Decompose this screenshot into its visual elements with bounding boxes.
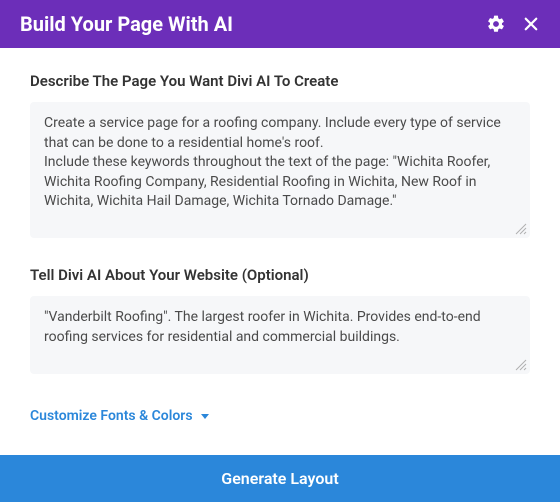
resize-handle-icon [515, 359, 527, 371]
close-icon[interactable] [522, 15, 540, 33]
header-title: Build Your Page With AI [20, 12, 233, 36]
content-area: Describe The Page You Want Divi AI To Cr… [0, 48, 560, 455]
header-actions [486, 14, 540, 34]
gear-icon[interactable] [486, 14, 506, 34]
customize-link-label: Customize Fonts & Colors [30, 408, 193, 424]
describe-label: Describe The Page You Want Divi AI To Cr… [30, 72, 530, 90]
about-textarea[interactable] [44, 308, 516, 358]
chevron-down-icon [201, 414, 209, 419]
generate-layout-button[interactable]: Generate Layout [0, 455, 560, 502]
describe-textarea-wrap [30, 102, 530, 238]
describe-textarea[interactable] [44, 114, 516, 222]
header-bar: Build Your Page With AI [0, 0, 560, 48]
customize-fonts-colors-link[interactable]: Customize Fonts & Colors [30, 408, 530, 424]
about-textarea-wrap [30, 296, 530, 374]
about-label: Tell Divi AI About Your Website (Optiona… [30, 266, 530, 284]
resize-handle-icon [515, 223, 527, 235]
